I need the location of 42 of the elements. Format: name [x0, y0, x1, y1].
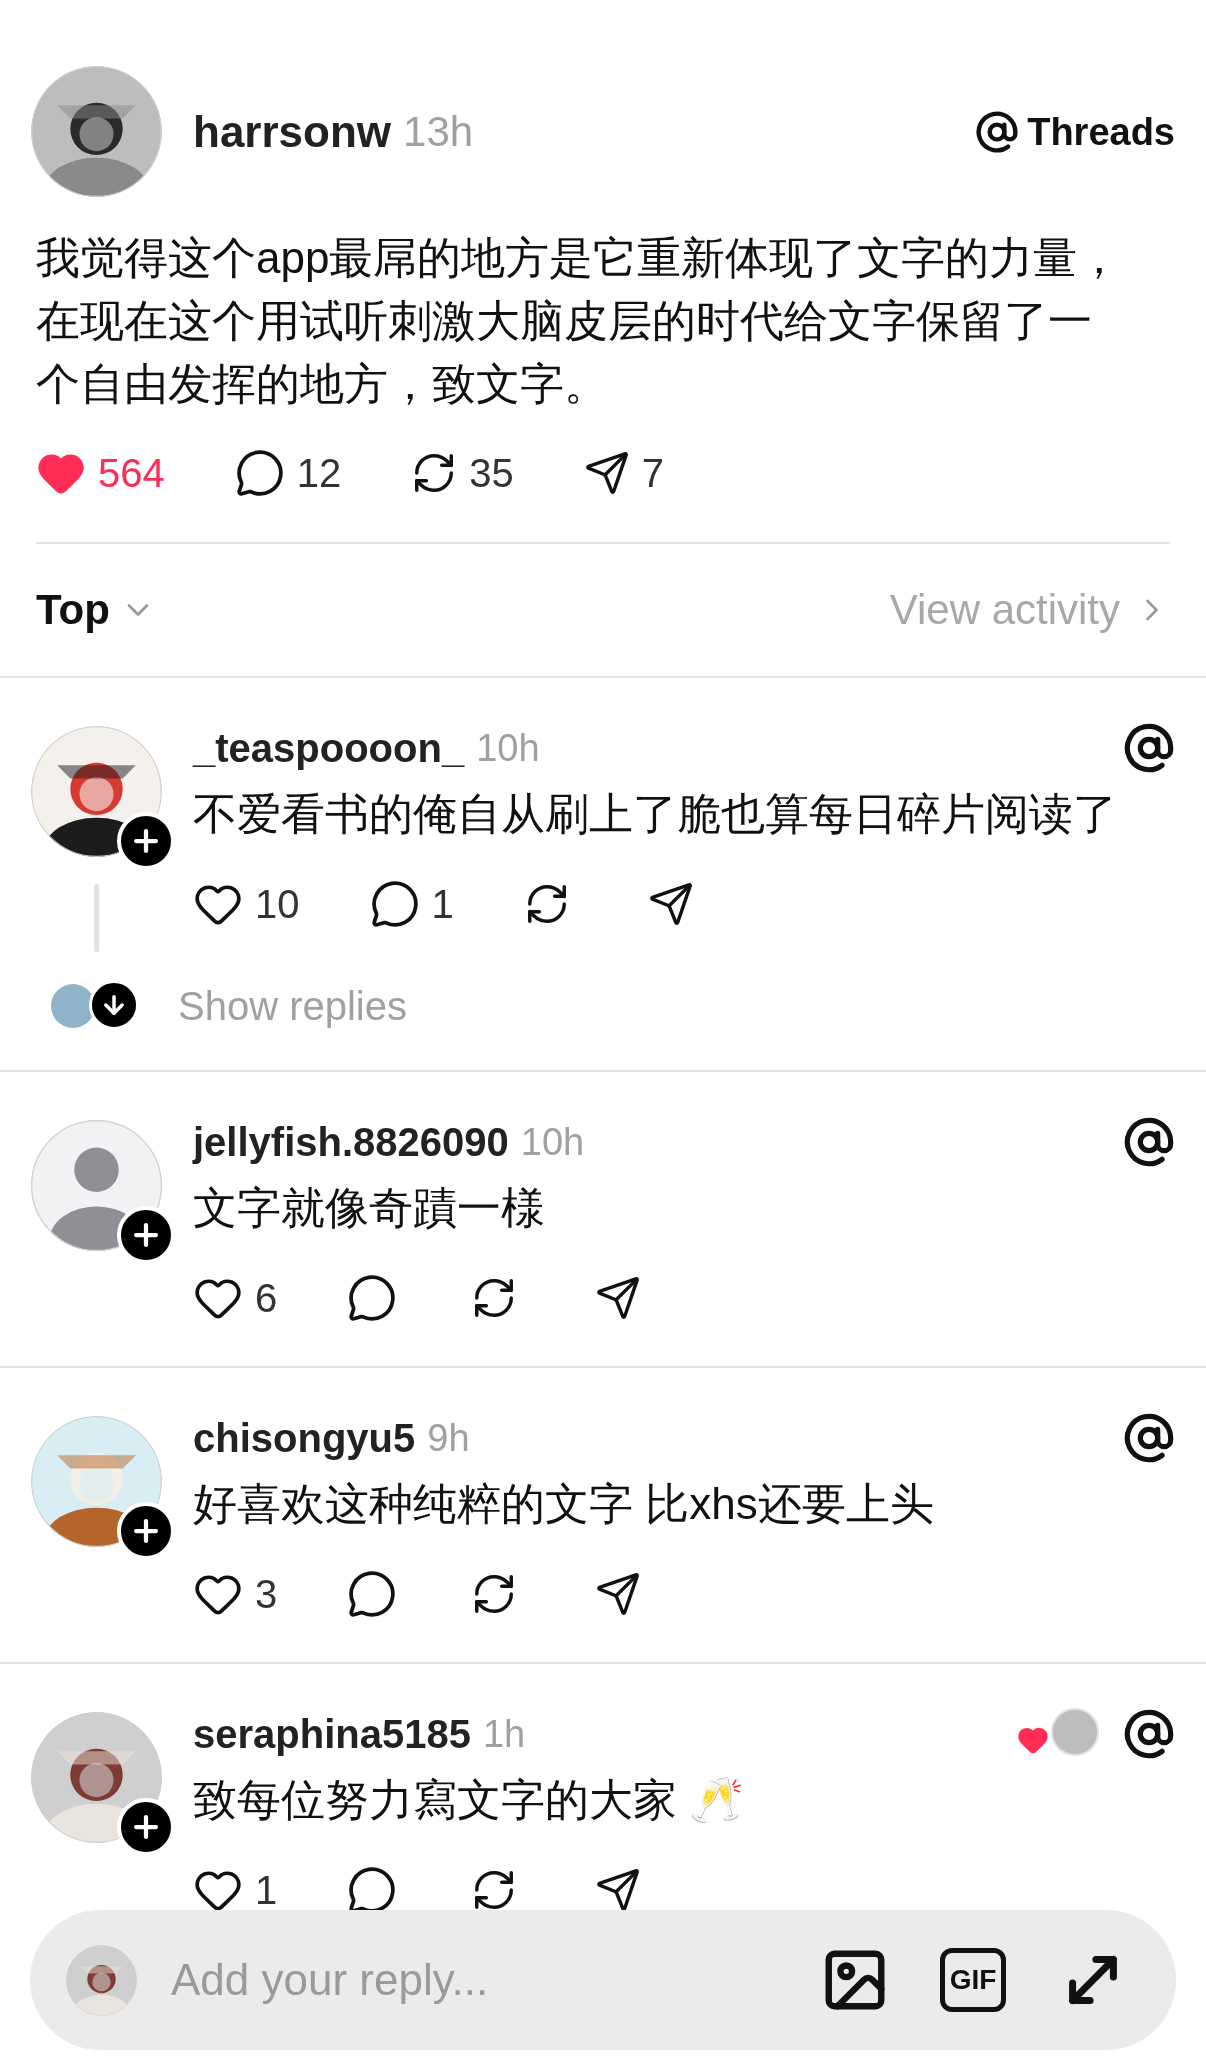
like-count: 6 [255, 1278, 278, 1318]
comment-text: 不爱看书的俺自从刷上了脆也算每日碎片阅读了 [193, 788, 1118, 840]
post-time: 1h [482, 1715, 526, 1753]
at-sign-icon[interactable] [1123, 1116, 1175, 1168]
like-count: 10 [255, 884, 300, 924]
username[interactable]: seraphina5185 [193, 1714, 471, 1754]
comment-icon[interactable] [369, 879, 420, 929]
comment-icon[interactable] [347, 1273, 398, 1323]
username[interactable]: chisongyu5 [193, 1418, 416, 1458]
username[interactable]: _teaspoooon_ [193, 728, 465, 768]
repost-count: 35 [469, 453, 514, 493]
comment-text: 文字就像奇蹟一様 [193, 1182, 546, 1234]
post-text: 我觉得这个app最屌的地方是它重新体现了文字的力量，在现在这个用试听刺激大脑皮层的时代给文字保留了一个自由发挥的地方，致文字。 [35, 232, 1123, 410]
share-icon[interactable] [595, 1867, 642, 1913]
reply-field[interactable]: Add your reply... GIF [30, 1910, 1176, 2050]
comment-icon[interactable] [234, 448, 285, 498]
post-time: 9h [427, 1419, 470, 1457]
comment-text: 好喜欢这种纯粹的文字 比xhs还要上头 [193, 1478, 935, 1530]
share-icon[interactable] [647, 881, 694, 927]
sort-dropdown[interactable]: Top [36, 589, 156, 631]
source-label: Threads [1027, 112, 1175, 151]
at-sign-icon [975, 109, 1020, 154]
post-time: 13h [403, 110, 474, 153]
username[interactable]: jellyfish.8826090 [193, 1122, 509, 1162]
at-sign-icon[interactable] [1123, 1412, 1175, 1464]
share-icon[interactable] [583, 450, 630, 496]
like-count: 564 [98, 453, 165, 493]
post-time: 10h [476, 729, 540, 767]
post-time: 10h [520, 1123, 585, 1161]
at-sign-icon[interactable] [1123, 722, 1175, 774]
share-icon[interactable] [595, 1571, 642, 1617]
comment-text: 致每位努力寫文字的大家 🥂 [193, 1774, 746, 1826]
comment-icon[interactable] [347, 1569, 398, 1619]
username[interactable]: harrsonw [193, 109, 392, 154]
comment-count: 12 [296, 453, 342, 493]
like-count: 1 [255, 1870, 278, 1910]
comment-count: 1 [431, 884, 454, 924]
share-icon[interactable] [595, 1275, 642, 1321]
at-sign-icon[interactable] [1123, 1708, 1175, 1760]
share-count: 7 [641, 453, 664, 493]
gif-button[interactable]: GIF [940, 1948, 1006, 2012]
like-count: 3 [255, 1574, 278, 1614]
